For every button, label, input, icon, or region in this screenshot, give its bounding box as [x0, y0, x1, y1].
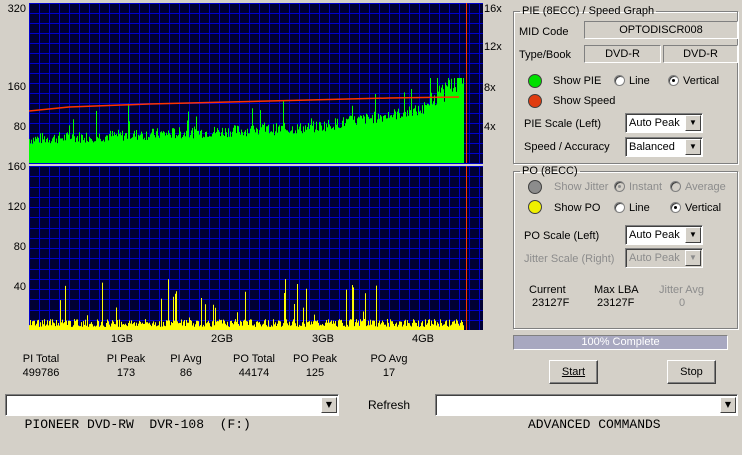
pie-y-tick: 80 — [13, 121, 26, 133]
pie-vertical-radio[interactable] — [668, 75, 679, 86]
stat-label-po-avg: PO Avg — [370, 353, 408, 365]
po-y-tick: 40 — [13, 281, 26, 293]
speed-color-indicator[interactable] — [528, 94, 542, 108]
max-lba-value: 23127F — [597, 297, 635, 309]
speed-tick: 4x — [484, 121, 496, 133]
mid-code-label: MID Code — [519, 26, 569, 38]
po-y-tick: 160 — [7, 161, 26, 173]
po-scale-label: PO Scale (Left) — [524, 230, 600, 242]
pie-scale-select[interactable]: Auto Peak ▼ — [625, 113, 703, 133]
pie-scale-label: PIE Scale (Left) — [524, 118, 602, 130]
jitter-color-indicator — [528, 180, 542, 194]
pie-panel-title: PIE (8ECC) / Speed Graph — [522, 5, 655, 17]
stat-value-po-total: 44174 — [238, 367, 270, 379]
stat-value-pi-avg: 86 — [179, 367, 193, 379]
chevron-down-icon[interactable]: ▼ — [685, 115, 701, 131]
jitter-instant-label: Instant — [629, 181, 663, 193]
speed-accuracy-value: Balanced — [629, 141, 675, 153]
chevron-down-icon[interactable]: ▼ — [685, 139, 701, 155]
po-y-tick: 80 — [13, 241, 26, 253]
stat-label-pi-total: PI Total — [22, 353, 60, 365]
stat-label-po-total: PO Total — [233, 353, 275, 365]
jitter-avg-value: 0 — [679, 297, 686, 309]
speed-accuracy-label: Speed / Accuracy — [524, 141, 610, 153]
x-tick: 3GB — [312, 333, 335, 345]
stat-label-pi-avg: PI Avg — [170, 353, 202, 365]
po-scale-value: Auto Peak — [629, 229, 680, 241]
po-y-tick: 120 — [7, 201, 26, 213]
pie-y-tick: 160 — [7, 81, 26, 93]
type-book-label: Type/Book — [519, 49, 571, 61]
chevron-down-icon[interactable]: ▼ — [685, 227, 701, 243]
po-graph — [29, 166, 483, 330]
po-color-indicator[interactable] — [528, 200, 542, 214]
x-tick: 2GB — [211, 333, 234, 345]
scan-graph-area — [29, 3, 483, 330]
jitter-instant-radio — [614, 181, 625, 192]
pie-line-radio[interactable] — [614, 75, 625, 86]
start-label: Start — [561, 366, 586, 378]
po-line-label[interactable]: Line — [629, 202, 650, 214]
pie-graph — [29, 3, 483, 164]
current-value: 23127F — [532, 297, 570, 309]
chevron-down-icon: ▼ — [685, 250, 701, 266]
speed-tick: 12x — [484, 41, 502, 53]
max-lba-label: Max LBA — [594, 284, 639, 296]
stop-button[interactable]: Stop — [667, 360, 716, 384]
advanced-commands-select[interactable]: ADVANCED COMMANDS ▼ — [435, 394, 738, 432]
refresh-label[interactable]: Refresh — [368, 398, 410, 412]
pie-y-tick: 320 — [7, 3, 26, 15]
stat-value-pi-total: 499786 — [22, 367, 60, 379]
progress-text: 100% Complete — [581, 336, 660, 348]
drive-select[interactable]: PIONEER DVD-RW DVR-108 (F:) ▼ — [5, 394, 339, 432]
speed-tick: 8x — [484, 82, 496, 94]
pie-line-label[interactable]: Line — [629, 75, 650, 87]
stat-value-po-avg: 17 — [382, 367, 396, 379]
po-vertical-radio[interactable] — [670, 202, 681, 213]
show-pie-label[interactable]: Show PIE — [553, 75, 601, 87]
stop-label: Stop — [680, 366, 703, 378]
pie-vertical-label[interactable]: Vertical — [683, 75, 719, 87]
start-button[interactable]: Start — [549, 360, 598, 384]
pie-color-indicator[interactable] — [528, 74, 542, 88]
chevron-down-icon[interactable]: ▼ — [321, 397, 337, 413]
progress-bar: 100% Complete — [513, 335, 728, 350]
jitter-scale-label: Jitter Scale (Right) — [524, 253, 615, 265]
jitter-avg-label: Jitter Avg — [659, 284, 705, 296]
show-speed-label[interactable]: Show Speed — [553, 95, 615, 107]
po-vertical-label[interactable]: Vertical — [685, 202, 721, 214]
chevron-down-icon[interactable]: ▼ — [720, 397, 736, 413]
jitter-scale-select: Auto Peak ▼ — [625, 248, 703, 268]
pie-scale-value: Auto Peak — [629, 117, 680, 129]
show-jitter-label: Show Jitter — [554, 181, 609, 193]
speed-tick: 16x — [484, 3, 502, 15]
jitter-scale-value: Auto Peak — [629, 252, 680, 264]
mid-code-value: OPTODISCR008 — [584, 21, 738, 39]
advanced-commands-value: ADVANCED COMMANDS — [527, 417, 661, 432]
show-po-label[interactable]: Show PO — [554, 202, 600, 214]
po-line-radio[interactable] — [614, 202, 625, 213]
refresh-link[interactable]: Refresh — [368, 398, 410, 412]
x-tick: 4GB — [412, 333, 435, 345]
x-tick: 1GB — [111, 333, 134, 345]
stat-label-po-peak: PO Peak — [292, 353, 338, 365]
stat-value-po-peak: 125 — [305, 367, 325, 379]
drive-select-value: PIONEER DVD-RW DVR-108 (F:) — [24, 417, 251, 432]
jitter-average-label: Average — [685, 181, 726, 193]
jitter-average-radio — [670, 181, 681, 192]
po-panel-title: PO (8ECC) — [522, 165, 578, 177]
book-type-value: DVD-R — [663, 45, 738, 63]
po-scale-select[interactable]: Auto Peak ▼ — [625, 225, 703, 245]
current-label: Current — [529, 284, 566, 296]
disc-type-value: DVD-R — [584, 45, 661, 63]
speed-accuracy-select[interactable]: Balanced ▼ — [625, 137, 703, 157]
